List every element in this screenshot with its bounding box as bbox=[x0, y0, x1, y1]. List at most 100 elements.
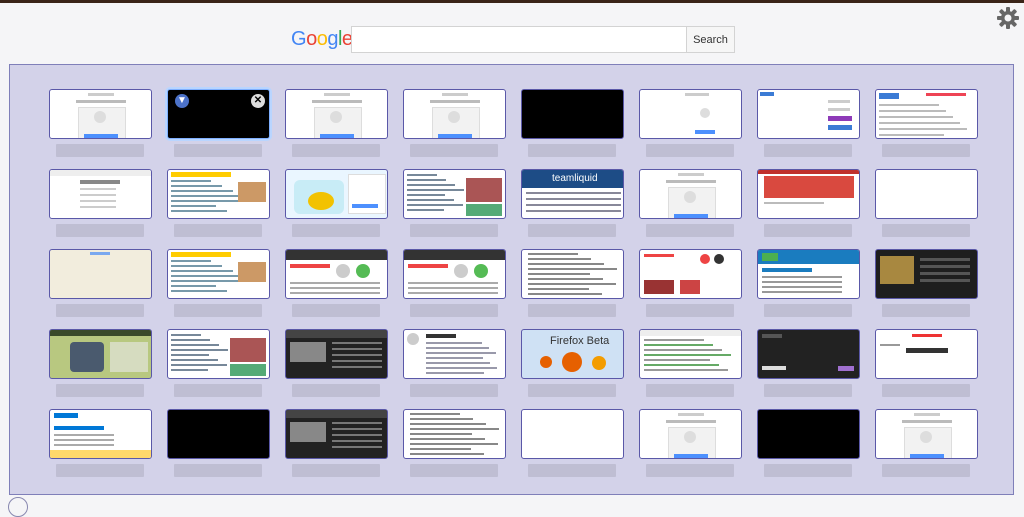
tile-thumbnail[interactable] bbox=[285, 89, 388, 139]
thumb-detail bbox=[410, 428, 499, 430]
logo-letter: g bbox=[327, 28, 338, 50]
tile-thumbnail[interactable] bbox=[757, 89, 860, 139]
speed-dial-tile[interactable] bbox=[285, 329, 388, 397]
speed-dial-tile[interactable] bbox=[403, 329, 506, 397]
speed-dial-tile[interactable] bbox=[639, 329, 742, 397]
speed-dial-tile[interactable] bbox=[875, 249, 978, 317]
tile-thumbnail[interactable]: Firefox Beta bbox=[521, 329, 624, 379]
thumb-detail bbox=[230, 364, 266, 376]
speed-dial-tile[interactable] bbox=[875, 169, 978, 237]
tile-thumbnail[interactable] bbox=[167, 249, 270, 299]
tile-thumbnail[interactable] bbox=[757, 329, 860, 379]
tile-thumbnail[interactable] bbox=[403, 409, 506, 459]
tile-thumbnail[interactable] bbox=[875, 409, 978, 459]
tile-thumbnail[interactable] bbox=[49, 89, 152, 139]
speed-dial-tile[interactable]: Firefox Beta bbox=[521, 329, 624, 397]
thumb-detail bbox=[171, 210, 227, 212]
pin-icon[interactable]: ▼ bbox=[175, 94, 189, 108]
search-button[interactable]: Search bbox=[686, 27, 734, 52]
tile-thumbnail[interactable] bbox=[521, 89, 624, 139]
tile-thumbnail[interactable] bbox=[403, 89, 506, 139]
tile-thumbnail[interactable] bbox=[875, 329, 978, 379]
speed-dial-tile[interactable] bbox=[757, 249, 860, 317]
thumb-detail bbox=[407, 333, 419, 345]
tile-thumbnail[interactable] bbox=[167, 329, 270, 379]
tile-thumbnail[interactable] bbox=[167, 169, 270, 219]
tile-thumbnail[interactable] bbox=[403, 249, 506, 299]
thumb-detail bbox=[902, 420, 952, 423]
speed-dial-tile[interactable] bbox=[403, 89, 506, 157]
tile-thumbnail[interactable] bbox=[285, 409, 388, 459]
speed-dial-tile[interactable] bbox=[403, 409, 506, 477]
tile-thumbnail[interactable] bbox=[167, 409, 270, 459]
speed-dial-tile[interactable] bbox=[167, 329, 270, 397]
tile-thumbnail[interactable] bbox=[521, 249, 624, 299]
search-box: Search bbox=[351, 26, 735, 53]
tile-thumbnail[interactable] bbox=[757, 249, 860, 299]
gear-icon[interactable] bbox=[996, 6, 1020, 30]
speed-dial-tile[interactable]: ▼ ✕ bbox=[167, 89, 270, 157]
tile-thumbnail[interactable]: ▼ ✕ bbox=[167, 89, 270, 139]
tile-thumbnail[interactable] bbox=[285, 249, 388, 299]
speed-dial-tile[interactable] bbox=[285, 169, 388, 237]
tile-thumbnail[interactable] bbox=[639, 89, 742, 139]
speed-dial-tile[interactable] bbox=[521, 89, 624, 157]
tile-thumbnail[interactable] bbox=[875, 89, 978, 139]
thumb-detail bbox=[50, 450, 151, 458]
speed-dial-tile[interactable] bbox=[757, 169, 860, 237]
search-input[interactable] bbox=[352, 27, 687, 52]
tile-thumbnail[interactable] bbox=[49, 169, 152, 219]
tile-thumbnail[interactable] bbox=[49, 249, 152, 299]
speed-dial-tile[interactable] bbox=[639, 169, 742, 237]
speed-dial-tile[interactable] bbox=[403, 249, 506, 317]
speed-dial-tile[interactable] bbox=[639, 89, 742, 157]
thumb-detail bbox=[926, 93, 966, 96]
speed-dial-tile[interactable] bbox=[639, 249, 742, 317]
thumb-detail bbox=[714, 254, 724, 264]
speed-dial-tile[interactable] bbox=[49, 89, 152, 157]
tile-thumbnail[interactable] bbox=[639, 329, 742, 379]
speed-dial-tile[interactable] bbox=[285, 249, 388, 317]
speed-dial-tile[interactable] bbox=[403, 169, 506, 237]
speed-dial-tile[interactable] bbox=[285, 89, 388, 157]
tile-thumbnail[interactable] bbox=[403, 169, 506, 219]
speed-dial-tile[interactable] bbox=[757, 89, 860, 157]
speed-dial-tile[interactable] bbox=[639, 409, 742, 477]
tile-thumbnail[interactable] bbox=[639, 169, 742, 219]
speed-dial-tile[interactable]: teamliquid bbox=[521, 169, 624, 237]
speed-dial-tile[interactable] bbox=[875, 329, 978, 397]
speed-dial-tile[interactable] bbox=[49, 249, 152, 317]
tile-thumbnail[interactable] bbox=[49, 409, 152, 459]
tile-thumbnail[interactable] bbox=[875, 249, 978, 299]
tile-thumbnail[interactable] bbox=[521, 409, 624, 459]
speed-dial-tile[interactable] bbox=[521, 249, 624, 317]
tile-label-placeholder bbox=[174, 304, 262, 317]
speed-dial-tile[interactable] bbox=[167, 409, 270, 477]
tile-thumbnail[interactable] bbox=[403, 329, 506, 379]
tile-thumbnail[interactable] bbox=[639, 249, 742, 299]
tile-thumbnail[interactable] bbox=[639, 409, 742, 459]
tile-thumbnail[interactable] bbox=[285, 169, 388, 219]
speed-dial-tile[interactable] bbox=[757, 409, 860, 477]
tile-thumbnail[interactable] bbox=[285, 329, 388, 379]
speed-dial-tile[interactable] bbox=[49, 329, 152, 397]
thumb-detail bbox=[171, 265, 222, 267]
speed-dial-tile[interactable] bbox=[167, 169, 270, 237]
tile-thumbnail[interactable]: teamliquid bbox=[521, 169, 624, 219]
speed-dial-tile[interactable] bbox=[757, 329, 860, 397]
tile-thumbnail[interactable] bbox=[875, 169, 978, 219]
thumb-detail bbox=[286, 250, 387, 260]
tile-thumbnail[interactable] bbox=[49, 329, 152, 379]
speed-dial-tile[interactable] bbox=[49, 169, 152, 237]
speed-dial-tile[interactable] bbox=[521, 409, 624, 477]
thumb-detail bbox=[764, 202, 824, 204]
speed-dial-tile[interactable] bbox=[285, 409, 388, 477]
speed-dial-tile[interactable] bbox=[167, 249, 270, 317]
speed-dial-tile[interactable] bbox=[875, 409, 978, 477]
tile-thumbnail[interactable] bbox=[757, 409, 860, 459]
tile-thumbnail[interactable] bbox=[757, 169, 860, 219]
speed-dial-tile[interactable] bbox=[49, 409, 152, 477]
speed-dial-tile[interactable] bbox=[875, 89, 978, 157]
close-icon[interactable]: ✕ bbox=[251, 94, 265, 108]
thumb-detail bbox=[356, 264, 370, 278]
